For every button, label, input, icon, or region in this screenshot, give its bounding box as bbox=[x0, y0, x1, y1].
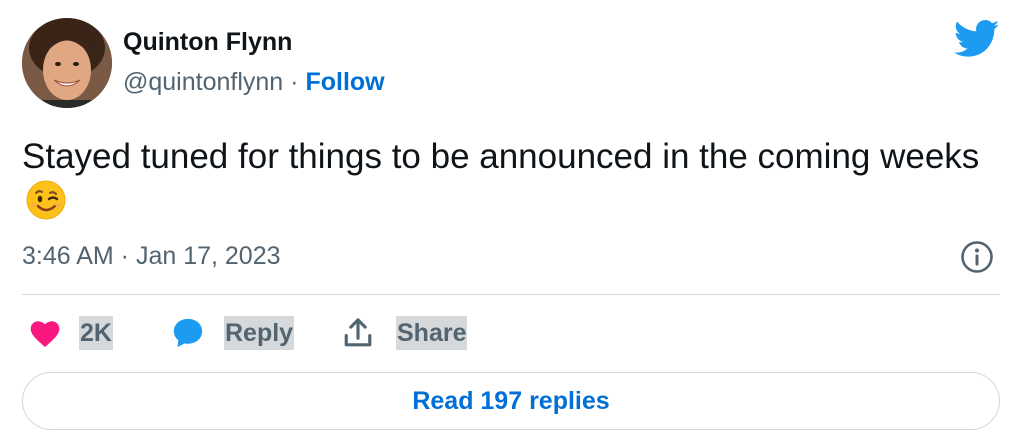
author-handle-row: @quintonflynn · Follow bbox=[123, 68, 385, 97]
read-replies-button[interactable]: Read 197 replies bbox=[22, 372, 1000, 430]
like-count: 2K bbox=[79, 316, 113, 350]
speech-bubble-icon bbox=[173, 318, 203, 348]
share-upload-icon bbox=[344, 318, 372, 347]
tweet-body: Stayed tuned for things to be announced … bbox=[22, 134, 982, 224]
share-label: Share bbox=[396, 316, 468, 350]
tweet-text: Stayed tuned for things to be announced … bbox=[22, 137, 980, 176]
divider bbox=[22, 294, 1000, 295]
read-replies-label: Read 197 replies bbox=[412, 386, 610, 415]
author-handle[interactable]: @quintonflynn bbox=[123, 68, 283, 96]
share-action[interactable]: Share bbox=[342, 312, 468, 354]
handle-separator: · bbox=[290, 68, 299, 96]
author-name[interactable]: Quinton Flynn bbox=[123, 28, 292, 57]
avatar-image bbox=[22, 18, 112, 108]
winking-face-emoji-icon bbox=[26, 180, 66, 220]
reply-action[interactable]: Reply bbox=[170, 312, 295, 354]
follow-link[interactable]: Follow bbox=[305, 68, 384, 96]
tweet-timestamp[interactable]: 3:46 AM · Jan 17, 2023 bbox=[22, 242, 281, 271]
author-avatar[interactable] bbox=[22, 18, 112, 108]
like-action[interactable]: 2K bbox=[28, 312, 113, 354]
reply-label: Reply bbox=[224, 316, 295, 350]
info-icon[interactable] bbox=[960, 240, 994, 274]
twitter-bird-icon[interactable] bbox=[954, 19, 1000, 59]
heart-icon bbox=[30, 321, 60, 348]
